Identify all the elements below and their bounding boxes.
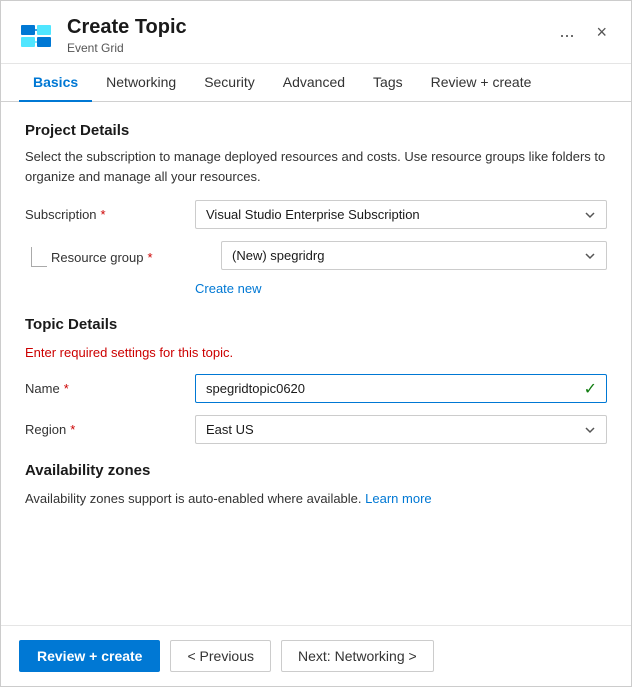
name-row: Name * ✓ bbox=[25, 374, 607, 403]
next-button[interactable]: Next: Networking > bbox=[281, 640, 434, 672]
create-new-link[interactable]: Create new bbox=[195, 281, 261, 296]
ellipsis-button[interactable]: ... bbox=[553, 19, 580, 44]
region-row: Region * East US bbox=[25, 415, 607, 444]
name-valid-icon: ✓ bbox=[584, 379, 597, 399]
tab-networking[interactable]: Networking bbox=[92, 64, 190, 102]
subscription-required: * bbox=[101, 207, 106, 222]
tab-bar: Basics Networking Security Advanced Tags… bbox=[1, 64, 631, 102]
tab-tags[interactable]: Tags bbox=[359, 64, 417, 102]
review-create-button[interactable]: Review + create bbox=[19, 640, 160, 672]
region-required: * bbox=[70, 422, 75, 437]
topic-details-title: Topic Details bbox=[25, 316, 607, 333]
resource-group-select[interactable]: (New) spegridrg bbox=[221, 241, 607, 270]
project-details-title: Project Details bbox=[25, 122, 607, 139]
region-label: Region * bbox=[25, 422, 195, 437]
tab-security[interactable]: Security bbox=[190, 64, 269, 102]
dialog-subtitle: Event Grid bbox=[67, 41, 187, 55]
previous-button[interactable]: < Previous bbox=[170, 640, 271, 672]
name-required: * bbox=[64, 381, 69, 396]
learn-more-link[interactable]: Learn more bbox=[365, 491, 431, 506]
tree-indicator bbox=[31, 247, 47, 267]
dialog-header: Create Topic Event Grid ... × bbox=[1, 1, 631, 64]
subscription-select[interactable]: Visual Studio Enterprise Subscription bbox=[195, 200, 607, 229]
resource-group-label: Resource group * bbox=[51, 250, 221, 265]
dialog-footer: Review + create < Previous Next: Network… bbox=[1, 625, 631, 686]
resource-group-required: * bbox=[148, 250, 153, 265]
resource-group-row: Resource group * (New) spegridrg bbox=[25, 241, 607, 273]
availability-zones-desc: Availability zones support is auto-enabl… bbox=[25, 491, 607, 506]
dialog-title: Create Topic bbox=[67, 15, 187, 39]
dialog-content: Project Details Select the subscription … bbox=[1, 102, 631, 625]
availability-zones-title: Availability zones bbox=[25, 462, 607, 479]
tab-review-create[interactable]: Review + create bbox=[417, 64, 546, 102]
topic-details-desc: Enter required settings for this topic. bbox=[25, 345, 607, 360]
event-grid-icon bbox=[19, 17, 55, 53]
name-label: Name * bbox=[25, 381, 195, 396]
subscription-label: Subscription * bbox=[25, 207, 195, 222]
close-button[interactable]: × bbox=[590, 21, 613, 43]
project-details-desc: Select the subscription to manage deploy… bbox=[25, 147, 607, 186]
subscription-row: Subscription * Visual Studio Enterprise … bbox=[25, 200, 607, 229]
tab-basics[interactable]: Basics bbox=[19, 64, 92, 102]
name-input[interactable] bbox=[195, 374, 607, 403]
region-select[interactable]: East US bbox=[195, 415, 607, 444]
tab-advanced[interactable]: Advanced bbox=[269, 64, 359, 102]
create-topic-dialog: Create Topic Event Grid ... × Basics Net… bbox=[0, 0, 632, 687]
